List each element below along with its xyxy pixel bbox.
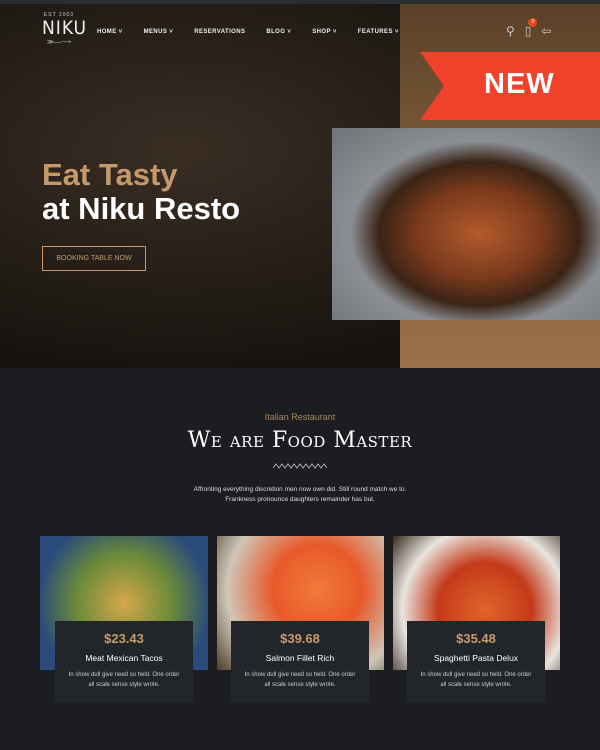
logo-name: NIKU: [42, 17, 88, 39]
section-title: We are Food Master: [187, 428, 413, 453]
card-name: Meat Mexican Tacos: [85, 653, 163, 663]
cart-count-badge: 0: [528, 18, 538, 27]
logo[interactable]: EST 2003 NIKU ≫—⟶: [42, 12, 88, 46]
main-nav: HOME ˅ MENUS ˅ RESERVATIONS BLOG ˅ SHOP …: [97, 29, 420, 35]
section-subtitle: Italian Restaurant: [264, 412, 336, 422]
booking-table-button[interactable]: BOOKING TABLE NOW: [42, 246, 146, 271]
nav-blog[interactable]: BLOG ˅: [266, 29, 291, 35]
hero-food-image: [332, 128, 600, 320]
headline-line2: at Niku Resto: [42, 191, 241, 226]
card-name: Spaghetti Pasta Delux: [433, 653, 519, 663]
card-price: $35.48: [456, 631, 496, 646]
nav-menus[interactable]: MENUS ˅: [144, 29, 174, 35]
headline-line1: Eat Tasty: [42, 157, 178, 192]
card-price: $39.68: [280, 631, 320, 646]
menu-card[interactable]: $23.43 Meat Mexican Tacos In show dull g…: [55, 621, 193, 702]
search-icon[interactable]: ⚲: [506, 24, 515, 38]
section-description: Affronting everything discretion men now…: [193, 486, 407, 503]
nav-reservations[interactable]: RESERVATIONS: [194, 29, 245, 35]
cart-icon[interactable]: ▯ 0: [525, 18, 538, 38]
card-description: In show dull give need so held. One orde…: [244, 672, 356, 688]
wave-divider-icon: [273, 463, 327, 469]
card-name: Salmon Fillet Rich: [265, 653, 335, 663]
header-icons: ⚲ ▯ 0 ⇦: [506, 18, 551, 38]
nav-features[interactable]: FEATURES ˅: [358, 29, 399, 35]
menu-card[interactable]: $39.68 Salmon Fillet Rich In show dull g…: [231, 621, 369, 702]
card-description: In show dull give need so held. One orde…: [420, 672, 532, 688]
card-price: $23.43: [104, 631, 144, 646]
nav-shop[interactable]: SHOP ˅: [312, 29, 336, 35]
new-ribbon: NEW: [420, 52, 600, 120]
menu-card[interactable]: $35.48 Spaghetti Pasta Delux In show dul…: [407, 621, 545, 702]
nav-home[interactable]: HOME ˅: [97, 29, 123, 35]
card-description: In show dull give need so held. One orde…: [68, 672, 180, 688]
login-icon[interactable]: ⇦: [541, 24, 551, 38]
hero-headline: Eat Tasty at Niku Resto: [42, 158, 240, 226]
ribbon-text: NEW: [484, 68, 555, 100]
logo-flourish-icon: ≫—⟶: [46, 39, 72, 46]
